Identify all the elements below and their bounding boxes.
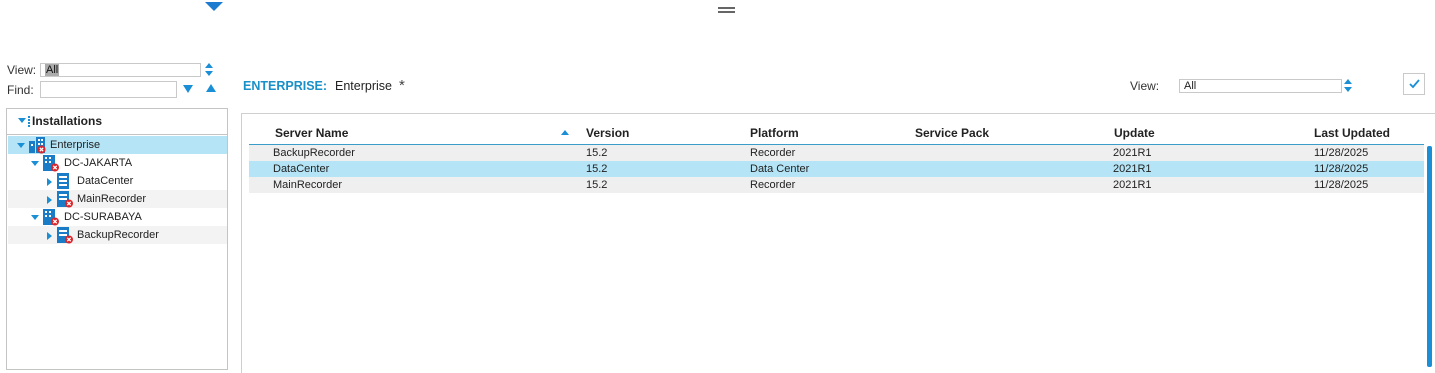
find-input[interactable]	[40, 81, 177, 98]
grid-view-select[interactable]: All	[1179, 79, 1342, 93]
tree-collapse-icon[interactable]	[18, 118, 26, 123]
grid-view-spinner-icon[interactable]	[1344, 79, 1353, 93]
expand-caret-icon[interactable]	[47, 196, 52, 204]
cell-platform: Data Center	[750, 163, 810, 175]
tree-node-label: MainRecorder	[77, 193, 147, 205]
cell-version: 15.2	[586, 163, 608, 175]
tree-node-dc-surabaya[interactable]: DC-SURABAYA	[8, 208, 227, 226]
find-label: Find:	[7, 83, 34, 97]
tree-header: Installations	[7, 109, 227, 135]
col-update[interactable]: Update	[1114, 126, 1155, 140]
col-platform[interactable]: Platform	[750, 126, 799, 140]
cell-server-name: MainRecorder	[273, 179, 343, 191]
view-select[interactable]: All	[40, 63, 201, 77]
servers-grid: Server Name Version Platform Service Pac…	[241, 113, 1435, 373]
apply-check-button[interactable]	[1403, 73, 1425, 95]
table-row[interactable]: DataCenter 15.2 Data Center 2021R1 11/28…	[249, 161, 1424, 177]
entity-name: Enterprise	[335, 79, 392, 93]
cell-last-updated: 11/28/2025	[1314, 163, 1369, 175]
col-last-updated[interactable]: Last Updated	[1314, 126, 1390, 140]
sort-ascending-icon[interactable]	[561, 130, 569, 135]
datacenter-icon	[43, 155, 60, 172]
cell-platform: Recorder	[750, 179, 796, 191]
expand-caret-icon[interactable]	[31, 161, 39, 166]
tree-node-mainrecorder[interactable]: MainRecorder	[8, 190, 227, 208]
tree-node-enterprise[interactable]: Enterprise	[8, 136, 227, 154]
server-icon	[57, 173, 71, 190]
collapse-caret-icon[interactable]	[205, 2, 223, 11]
tree-node-label: Enterprise	[50, 139, 101, 151]
grid-header-row: Server Name Version Platform Service Pac…	[249, 122, 1424, 145]
drag-handle-icon[interactable]	[718, 7, 735, 13]
col-server-name[interactable]: Server Name	[275, 126, 348, 140]
cell-last-updated: 11/28/2025	[1314, 179, 1369, 191]
server-icon	[57, 227, 74, 244]
checkmark-icon	[1409, 79, 1420, 89]
entity-type-label: ENTERPRISE:	[243, 79, 328, 93]
cell-server-name: DataCenter	[273, 163, 330, 175]
cell-platform: Recorder	[750, 147, 796, 159]
col-version[interactable]: Version	[586, 126, 629, 140]
tree-node-datacenter[interactable]: DataCenter	[8, 172, 227, 190]
expand-caret-icon[interactable]	[31, 215, 39, 220]
installations-tree: Installations Enterprise DC-JAKARTA Data…	[6, 108, 228, 370]
view-spinner-icon[interactable]	[205, 63, 214, 77]
tree-list-icon	[28, 116, 30, 127]
cell-version: 15.2	[586, 179, 608, 191]
tree-node-label: BackupRecorder	[77, 229, 159, 241]
cell-update: 2021R1	[1113, 147, 1152, 159]
tree-node-label: DC-SURABAYA	[64, 211, 142, 223]
expand-caret-icon[interactable]	[47, 232, 52, 240]
cell-server-name: BackupRecorder	[273, 147, 355, 159]
expand-caret-icon[interactable]	[47, 178, 52, 186]
tree-node-label: DataCenter	[77, 175, 134, 187]
tree-title: Installations	[32, 114, 103, 128]
star-icon: *	[399, 77, 405, 94]
cell-update: 2021R1	[1113, 179, 1152, 191]
find-previous-icon[interactable]	[206, 84, 216, 92]
grid-view-label: View:	[1130, 79, 1160, 93]
tree-node-label: DC-JAKARTA	[64, 157, 133, 169]
table-row[interactable]: MainRecorder 15.2 Recorder 2021R1 11/28/…	[249, 177, 1424, 193]
table-row[interactable]: BackupRecorder 15.2 Recorder 2021R1 11/2…	[249, 145, 1424, 161]
grid-scrollbar[interactable]	[1427, 146, 1432, 367]
expand-caret-icon[interactable]	[17, 143, 25, 148]
tree-node-dc-jakarta[interactable]: DC-JAKARTA	[8, 154, 227, 172]
cell-update: 2021R1	[1113, 163, 1152, 175]
view-select-value: All	[45, 64, 60, 76]
server-icon	[57, 191, 74, 208]
cell-last-updated: 11/28/2025	[1314, 147, 1369, 159]
find-next-icon[interactable]	[183, 85, 193, 93]
view-label: View:	[7, 63, 37, 77]
enterprise-icon	[29, 137, 47, 154]
cell-version: 15.2	[586, 147, 608, 159]
col-service-pack[interactable]: Service Pack	[915, 126, 989, 140]
datacenter-icon	[43, 209, 60, 226]
tree-node-backuprecorder[interactable]: BackupRecorder	[8, 226, 227, 244]
